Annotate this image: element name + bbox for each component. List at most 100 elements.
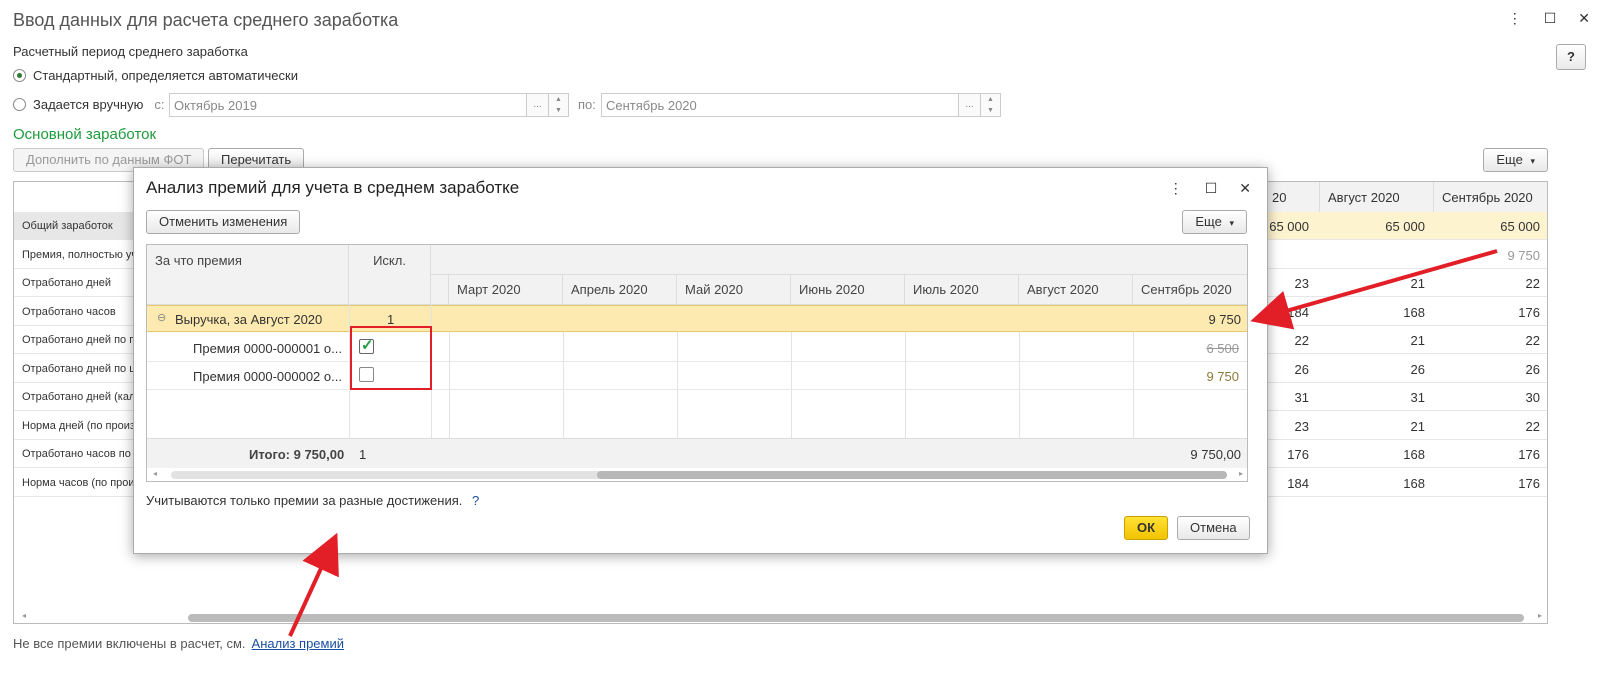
note-help-link[interactable]: ? [472,493,479,508]
row-value: 168 [1403,304,1425,320]
row-label: Отработано часов по п [22,448,140,460]
scroll-right-icon[interactable]: ▸ [1538,611,1542,620]
dialog-more-label: Еще [1195,214,1222,229]
checkbox-highlight-box [350,326,432,390]
row-label: Отработано дней [22,277,112,289]
row-label: Отработано дней (кале [22,391,142,403]
group-row-sep-value: 9 750 [1208,312,1241,327]
row-value: 31 [1410,390,1425,405]
months-spacer-header [431,275,449,305]
total-row: Итого: 9 750,00 1 9 750,00 [147,438,1247,468]
row-value: 176 [1518,447,1540,462]
row-label: Премия, полностью уч [22,248,138,261]
dialog-note-text: Учитываются только премии за разные дост… [146,493,463,508]
grid-scroll-right-icon[interactable]: ▸ [1239,469,1243,478]
row-value: 22 [1525,333,1540,348]
main-section-title: Основной заработок [13,126,157,143]
close-icon[interactable]: ✕ [1578,10,1590,27]
bonus-item-2-label: Премия 0000-000002 о... [193,369,342,384]
row-value: 65 000 [1385,219,1425,234]
scroll-thumb[interactable] [188,614,1524,622]
radio-manual[interactable] [13,98,26,111]
header-september: Сентябрь 2020 [1433,182,1547,212]
radio-auto-label: Стандартный, определяется автоматически [33,68,298,83]
help-button[interactable]: ? [1556,44,1586,70]
period-label: Расчетный период среднего заработка [13,44,248,59]
dialog-close-icon[interactable]: ✕ [1239,180,1251,197]
to-select-button[interactable]: ... [959,93,981,117]
row-value: 26 [1525,361,1540,377]
row-value: 168 [1403,475,1425,491]
to-date-input[interactable]: Сентябрь 2020 [601,93,959,117]
grid-scroll-thumb[interactable] [597,471,1227,479]
group-row[interactable]: ⊖ Выручка, за Август 2020 1 9 750 [147,305,1247,332]
dialog-more-button[interactable]: Еще ▾ [1182,210,1247,234]
months-group-header [431,245,1247,275]
to-date-field-group: Сентябрь 2020 ... ▲ ▼ [601,93,1001,117]
window-title: Ввод данных для расчета среднего заработ… [13,10,399,30]
row-label: Отработано часов [22,305,116,318]
bonus-item-1-value: 6 500 [1206,341,1239,356]
dialog-title: Анализ премий для учета в среднем зарабо… [146,178,520,197]
grid-horizontal-scrollbar[interactable]: ◂ ▸ [147,468,1247,481]
bonus-analysis-dialog: Анализ премий для учета в среднем зарабо… [133,167,1268,554]
from-date-input[interactable]: Октябрь 2019 [169,93,527,117]
row-label: Общий заработок [14,212,135,240]
scroll-left-icon[interactable]: ◂ [22,611,26,620]
chevron-down-icon: ▾ [1530,156,1535,166]
bonus-item-2-value: 9 750 [1206,369,1239,384]
total-excl: 1 [359,447,367,462]
row-label: Норма дней (по произ [22,419,135,432]
dialog-more-icon[interactable]: ⋮ [1169,180,1183,197]
row-value: 21 [1410,333,1425,348]
row-value: 168 [1403,447,1425,462]
group-row-excl: 1 [387,312,395,327]
chevron-down-icon: ▾ [1229,218,1234,228]
to-label: по: [578,97,596,112]
month-header: Август 2020 [1019,275,1133,305]
row-label: Отработано дней по пя [22,334,142,346]
row-value: 65 000 [1500,219,1540,234]
row-value: 26 [1410,361,1425,377]
dialog-controls: ⋮ ☐ ✕ [1169,180,1251,197]
from-select-button[interactable]: ... [527,93,549,117]
dialog-note: Учитываются только премии за разные дост… [146,493,479,508]
footer-note: Не все премии включены в расчет, см. Анал… [13,636,344,651]
main-horizontal-scrollbar[interactable]: ◂ ▸ [22,611,1542,622]
row-value: 22 [1525,276,1540,291]
dialog-maximize-icon[interactable]: ☐ [1205,180,1218,197]
row-value: 21 [1410,418,1425,434]
bonus-item-1-label: Премия 0000-000001 о... [193,341,342,356]
total-value: 9 750,00 [1190,447,1241,462]
maximize-icon[interactable]: ☐ [1544,10,1557,27]
header-august: Август 2020 [1319,182,1433,212]
period-manual-option[interactable]: Задается вручную с: [13,97,164,112]
row-value: 30 [1525,390,1540,405]
row-value: 22 [1525,418,1540,434]
radio-auto[interactable] [13,69,26,82]
more-menu-icon[interactable]: ⋮ [1508,10,1522,27]
row-value: 176 [1518,475,1540,491]
bonus-analysis-link[interactable]: Анализ премий [252,636,344,651]
month-header: Март 2020 [449,275,563,305]
period-auto-option[interactable]: Стандартный, определяется автоматически [13,68,298,83]
main-more-button[interactable]: Еще ▾ [1483,148,1548,172]
row-value: 176 [1518,304,1540,320]
grid-scroll-left-icon[interactable]: ◂ [153,469,157,478]
month-header: Май 2020 [677,275,791,305]
row-label: Норма часов (по произ [22,476,140,489]
row-label: Отработано дней по ше [22,362,145,375]
total-label: Итого: 9 750,00 [249,447,345,462]
collapse-icon[interactable]: ⊖ [157,311,166,324]
cancel-button[interactable]: Отмена [1177,516,1250,540]
ok-button[interactable]: ОК [1124,516,1169,540]
header-partial: 20 [1264,182,1319,212]
row-value: 21 [1410,276,1425,291]
radio-manual-label: Задается вручную [33,97,144,112]
month-header: Июнь 2020 [791,275,905,305]
col-excl-header: Искл. [349,245,431,305]
month-header: Апрель 2020 [563,275,677,305]
cancel-changes-button[interactable]: Отменить изменения [146,210,301,234]
from-spin-control[interactable]: ▲ ▼ [549,93,569,117]
to-spin-control[interactable]: ▲ ▼ [981,93,1001,117]
